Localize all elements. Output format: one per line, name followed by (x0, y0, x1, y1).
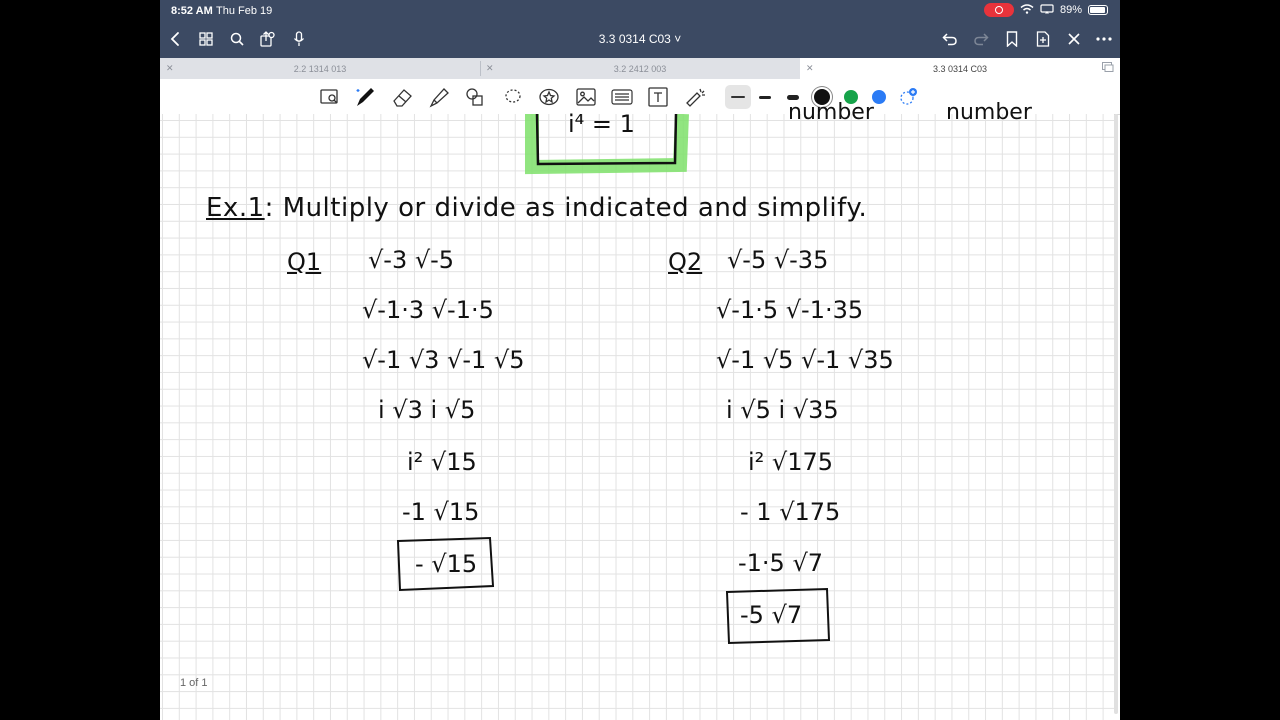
close-icon[interactable] (1063, 27, 1085, 51)
text-box-icon[interactable] (647, 86, 669, 108)
identity-i4: i⁴ = 1 (568, 110, 635, 138)
tab-document-3[interactable]: ✕ 3.3 0314 C03 (800, 58, 1120, 79)
ipad-screen: 8:52 AM Thu Feb 19 89% 3.3 0314 C03 ˅ ✕ … (160, 0, 1120, 720)
tab-close-icon[interactable]: ✕ (806, 63, 814, 74)
pen-icon[interactable] (354, 86, 376, 108)
q1-step-4: i √3 i √5 (378, 396, 476, 424)
more-options-icon[interactable] (1093, 27, 1115, 51)
shapes-icon[interactable] (464, 86, 486, 108)
tab-document-2[interactable]: ✕ 3.2 2412 003 (480, 58, 800, 79)
image-icon[interactable] (575, 86, 597, 108)
vertical-scrollbar[interactable] (1114, 114, 1118, 714)
highlighter-icon[interactable] (428, 86, 450, 108)
q2-step-4: i √5 i √35 (726, 396, 839, 424)
question-1-label: Q1 (287, 248, 322, 276)
top-bar: 8:52 AM Thu Feb 19 89% 3.3 0314 C03 ˅ (160, 0, 1120, 58)
tab-bar: ✕ 2.2 1314 013 ✕ 3.2 2412 003 ✕ 3.3 0314… (160, 58, 1120, 79)
undo-icon[interactable] (939, 27, 961, 51)
status-date: Thu Feb 19 (216, 5, 273, 17)
q2-step-7: -1·5 √7 (738, 549, 824, 577)
navigation-row: 3.3 0314 C03 ˅ (160, 27, 1120, 53)
q2-step-2: √-1·5 √-1·35 (716, 296, 864, 324)
q2-step-5: i² √175 (748, 448, 834, 476)
bookmark-icon[interactable] (1001, 27, 1023, 51)
screen-recording-icon[interactable] (983, 3, 1014, 17)
q2-final-answer: -5 √7 (740, 601, 803, 629)
cutoff-word-number-a: number (788, 100, 874, 125)
eraser-icon[interactable] (392, 86, 414, 108)
laser-pointer-icon[interactable] (684, 86, 706, 108)
q1-step-5: i² √15 (407, 448, 477, 476)
q1-final-answer: - √15 (415, 550, 478, 578)
tab-label: 3.2 2412 003 (613, 63, 667, 74)
tab-close-icon[interactable]: ✕ (486, 63, 494, 74)
add-color-icon[interactable] (897, 86, 919, 108)
status-indicators: 89% (983, 3, 1108, 17)
lasso-text-icon[interactable] (319, 86, 341, 108)
tab-close-icon[interactable]: ✕ (166, 63, 174, 74)
q2-step-3: √-1 √5 √-1 √35 (716, 346, 894, 374)
example-heading: Ex.1: Multiply or divide as indicated an… (206, 193, 867, 223)
example-label: Ex.1 (206, 193, 265, 223)
q1-step-6: -1 √15 (402, 498, 480, 526)
tab-label: 2.2 1314 013 (293, 63, 347, 74)
lasso-icon[interactable] (502, 86, 524, 108)
redo-icon[interactable] (970, 27, 992, 51)
page-indicator: 1 of 1 (180, 677, 208, 689)
q2-step-1: √-5 √-35 (727, 246, 829, 274)
screen-mirror-icon (1040, 3, 1054, 17)
q1-step-2: √-1·3 √-1·5 (362, 296, 494, 324)
status-time: 8:52 AM (171, 5, 213, 17)
example-instructions: : Multiply or divide as indicated and si… (264, 193, 868, 223)
camera-scan-icon[interactable] (611, 86, 633, 108)
battery-percent: 89% (1059, 4, 1082, 16)
add-page-icon[interactable] (1032, 27, 1054, 51)
q1-step-3: √-1 √3 √-1 √5 (362, 346, 525, 374)
tab-overview-icon[interactable] (1102, 62, 1114, 74)
tab-label: 3.3 0314 C03 (932, 63, 988, 74)
cutoff-word-number-b: number (946, 100, 1032, 125)
sticker-icon[interactable] (538, 86, 560, 108)
q1-step-1: √-3 √-5 (368, 246, 455, 274)
battery-icon (1088, 5, 1108, 15)
stroke-thin-option[interactable] (725, 85, 751, 109)
q2-step-6: - 1 √175 (740, 498, 841, 526)
wifi-icon (1020, 3, 1034, 17)
stroke-medium-option[interactable] (754, 86, 776, 108)
tab-document-1[interactable]: ✕ 2.2 1314 013 (160, 58, 480, 79)
question-2-label: Q2 (668, 248, 703, 276)
